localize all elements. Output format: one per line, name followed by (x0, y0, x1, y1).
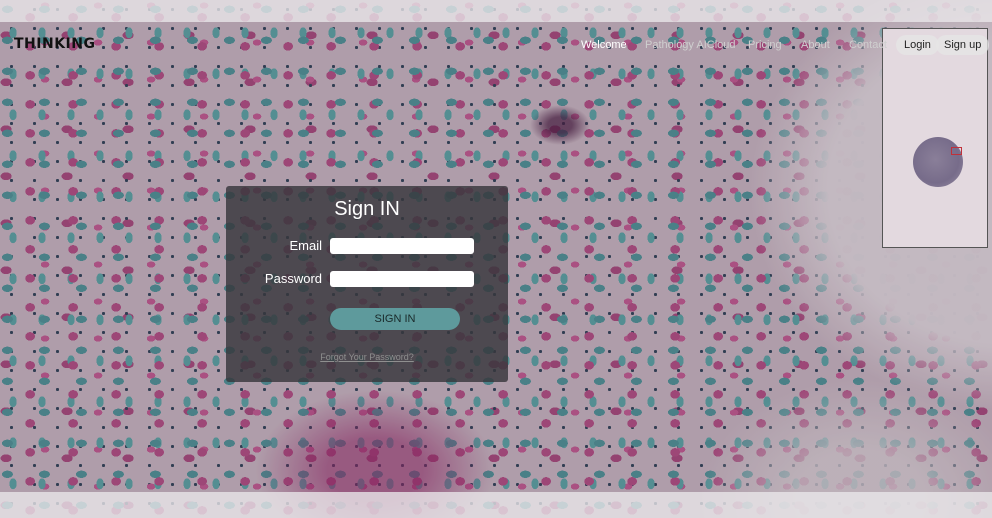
signup-button[interactable]: Sign up (936, 35, 990, 55)
nav-pathology-aicloud[interactable]: Pathology AICloud (645, 39, 736, 51)
nav-pricing[interactable]: Pricing (748, 39, 782, 51)
password-label: Password (264, 271, 322, 286)
signin-panel: Sign IN Email Password SIGN IN Forgot Yo… (226, 186, 508, 382)
email-label: Email (289, 238, 322, 253)
brand-logo[interactable]: THINKING (14, 36, 95, 52)
nav-about[interactable]: About (801, 39, 830, 51)
minimap-slide-thumbnail (913, 137, 963, 187)
minimap-viewport-indicator[interactable] (951, 147, 962, 155)
nav-welcome[interactable]: Welcome (581, 39, 627, 51)
bottom-band (0, 492, 992, 518)
nav-contact[interactable]: Contact (849, 39, 887, 51)
top-band (0, 0, 992, 22)
signin-title: Sign IN (334, 198, 400, 220)
email-field[interactable] (330, 238, 474, 254)
login-button[interactable]: Login (896, 35, 939, 55)
forgot-password-link[interactable]: Forgot Your Password? (226, 352, 508, 362)
slide-image-background[interactable]: THINKING Welcome Pathology AICloud Prici… (0, 0, 992, 518)
signin-button[interactable]: SIGN IN (330, 308, 460, 330)
password-field[interactable] (330, 271, 474, 287)
navbar: THINKING Welcome Pathology AICloud Prici… (0, 22, 992, 68)
